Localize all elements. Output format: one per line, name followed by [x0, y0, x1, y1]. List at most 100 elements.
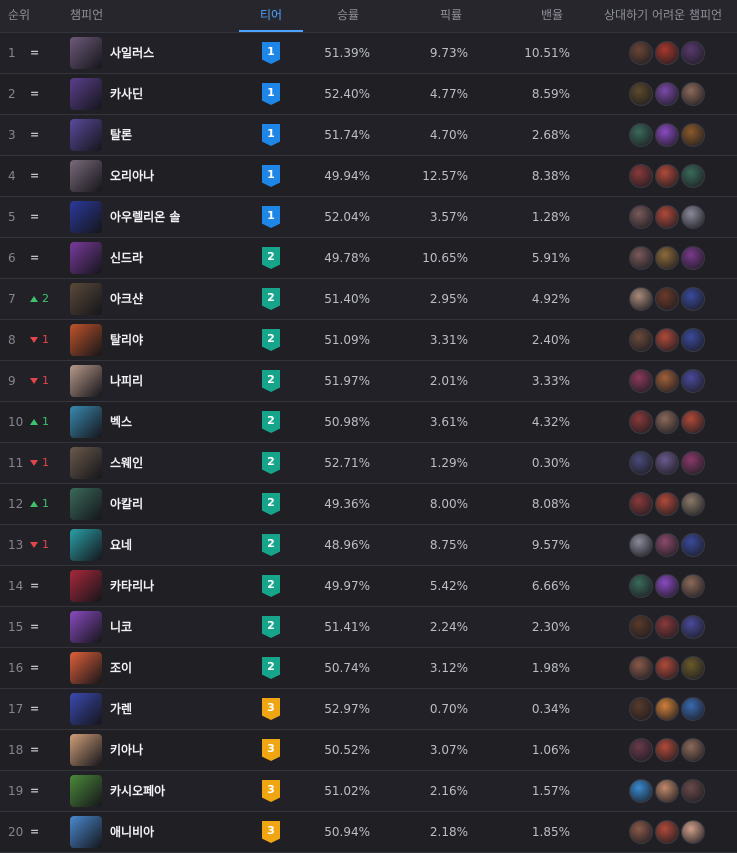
table-row[interactable]: 9 1 나피리 2 51.97% 2.01% 3.33%	[0, 361, 737, 402]
champion-name[interactable]: 사일러스	[110, 33, 154, 73]
header-winrate[interactable]: 승률	[337, 0, 359, 32]
counter-champion-icon[interactable]	[681, 656, 705, 680]
table-row[interactable]: 20 = 애니비아 3 50.94% 2.18% 1.85%	[0, 812, 737, 853]
counter-champion-icon[interactable]	[629, 123, 653, 147]
header-pickrate[interactable]: 픽률	[440, 0, 462, 32]
champion-portrait-icon[interactable]	[70, 283, 102, 315]
table-row[interactable]: 17 = 가렌 3 52.97% 0.70% 0.34%	[0, 689, 737, 730]
header-banrate[interactable]: 밴율	[541, 0, 563, 32]
counter-champion-icon[interactable]	[655, 738, 679, 762]
header-tier[interactable]: 티어	[239, 0, 303, 32]
counter-champion-icon[interactable]	[681, 328, 705, 352]
champion-name[interactable]: 가렌	[110, 689, 132, 729]
counter-champion-icon[interactable]	[681, 615, 705, 639]
table-row[interactable]: 16 = 조이 2 50.74% 3.12% 1.98%	[0, 648, 737, 689]
counter-champion-icon[interactable]	[655, 123, 679, 147]
table-row[interactable]: 11 1 스웨인 2 52.71% 1.29% 0.30%	[0, 443, 737, 484]
champion-portrait-icon[interactable]	[70, 160, 102, 192]
table-row[interactable]: 12 1 아칼리 2 49.36% 8.00% 8.08%	[0, 484, 737, 525]
counter-champion-icon[interactable]	[655, 451, 679, 475]
counter-champion-icon[interactable]	[629, 287, 653, 311]
counter-champion-icon[interactable]	[655, 574, 679, 598]
table-row[interactable]: 13 1 요네 2 48.96% 8.75% 9.57%	[0, 525, 737, 566]
champion-portrait-icon[interactable]	[70, 529, 102, 561]
champion-name[interactable]: 키아나	[110, 730, 143, 770]
counter-champion-icon[interactable]	[655, 41, 679, 65]
table-row[interactable]: 1 = 사일러스 1 51.39% 9.73% 10.51%	[0, 33, 737, 74]
champion-name[interactable]: 요네	[110, 525, 132, 565]
champion-portrait-icon[interactable]	[70, 78, 102, 110]
counter-champion-icon[interactable]	[629, 615, 653, 639]
counter-champion-icon[interactable]	[681, 164, 705, 188]
champion-name[interactable]: 오리아나	[110, 156, 154, 196]
counter-champion-icon[interactable]	[681, 533, 705, 557]
champion-name[interactable]: 니코	[110, 607, 132, 647]
counter-champion-icon[interactable]	[681, 451, 705, 475]
champion-name[interactable]: 스웨인	[110, 443, 143, 483]
table-row[interactable]: 8 1 탈리야 2 51.09% 3.31% 2.40%	[0, 320, 737, 361]
header-rank[interactable]: 순위	[8, 0, 30, 32]
counter-champion-icon[interactable]	[655, 246, 679, 270]
counter-champion-icon[interactable]	[629, 656, 653, 680]
counter-champion-icon[interactable]	[681, 205, 705, 229]
counter-champion-icon[interactable]	[629, 164, 653, 188]
champion-portrait-icon[interactable]	[70, 734, 102, 766]
counter-champion-icon[interactable]	[629, 205, 653, 229]
counter-champion-icon[interactable]	[681, 738, 705, 762]
table-row[interactable]: 10 1 벡스 2 50.98% 3.61% 4.32%	[0, 402, 737, 443]
champion-portrait-icon[interactable]	[70, 242, 102, 274]
counter-champion-icon[interactable]	[629, 820, 653, 844]
counter-champion-icon[interactable]	[681, 779, 705, 803]
counter-champion-icon[interactable]	[629, 369, 653, 393]
table-row[interactable]: 18 = 키아나 3 50.52% 3.07% 1.06%	[0, 730, 737, 771]
counter-champion-icon[interactable]	[655, 615, 679, 639]
counter-champion-icon[interactable]	[655, 410, 679, 434]
counter-champion-icon[interactable]	[629, 328, 653, 352]
counter-champion-icon[interactable]	[681, 246, 705, 270]
counter-champion-icon[interactable]	[681, 492, 705, 516]
counter-champion-icon[interactable]	[655, 697, 679, 721]
counter-champion-icon[interactable]	[629, 82, 653, 106]
champion-portrait-icon[interactable]	[70, 611, 102, 643]
counter-champion-icon[interactable]	[629, 574, 653, 598]
champion-name[interactable]: 나피리	[110, 361, 143, 401]
counter-champion-icon[interactable]	[655, 656, 679, 680]
counter-champion-icon[interactable]	[681, 697, 705, 721]
counter-champion-icon[interactable]	[681, 82, 705, 106]
table-row[interactable]: 6 = 신드라 2 49.78% 10.65% 5.91%	[0, 238, 737, 279]
counter-champion-icon[interactable]	[655, 164, 679, 188]
champion-portrait-icon[interactable]	[70, 652, 102, 684]
counter-champion-icon[interactable]	[629, 738, 653, 762]
counter-champion-icon[interactable]	[629, 779, 653, 803]
champion-portrait-icon[interactable]	[70, 447, 102, 479]
counter-champion-icon[interactable]	[629, 451, 653, 475]
champion-portrait-icon[interactable]	[70, 365, 102, 397]
champion-name[interactable]: 탈리야	[110, 320, 143, 360]
champion-name[interactable]: 아크샨	[110, 279, 143, 319]
counter-champion-icon[interactable]	[681, 369, 705, 393]
table-row[interactable]: 4 = 오리아나 1 49.94% 12.57% 8.38%	[0, 156, 737, 197]
counter-champion-icon[interactable]	[629, 410, 653, 434]
counter-champion-icon[interactable]	[681, 287, 705, 311]
counter-champion-icon[interactable]	[655, 820, 679, 844]
table-row[interactable]: 7 2 아크샨 2 51.40% 2.95% 4.92%	[0, 279, 737, 320]
counter-champion-icon[interactable]	[655, 533, 679, 557]
champion-portrait-icon[interactable]	[70, 37, 102, 69]
champion-portrait-icon[interactable]	[70, 201, 102, 233]
champion-name[interactable]: 카타리나	[110, 566, 154, 606]
counter-champion-icon[interactable]	[655, 82, 679, 106]
champion-portrait-icon[interactable]	[70, 775, 102, 807]
champion-name[interactable]: 아우렐리온 솔	[110, 197, 180, 237]
table-row[interactable]: 14 = 카타리나 2 49.97% 5.42% 6.66%	[0, 566, 737, 607]
counter-champion-icon[interactable]	[629, 492, 653, 516]
table-row[interactable]: 5 = 아우렐리온 솔 1 52.04% 3.57% 1.28%	[0, 197, 737, 238]
counter-champion-icon[interactable]	[629, 41, 653, 65]
counter-champion-icon[interactable]	[655, 205, 679, 229]
champion-portrait-icon[interactable]	[70, 693, 102, 725]
counter-champion-icon[interactable]	[629, 697, 653, 721]
counter-champion-icon[interactable]	[629, 533, 653, 557]
table-row[interactable]: 19 = 카시오페아 3 51.02% 2.16% 1.57%	[0, 771, 737, 812]
champion-name[interactable]: 신드라	[110, 238, 143, 278]
champion-name[interactable]: 아칼리	[110, 484, 143, 524]
champion-name[interactable]: 카사딘	[110, 74, 143, 114]
